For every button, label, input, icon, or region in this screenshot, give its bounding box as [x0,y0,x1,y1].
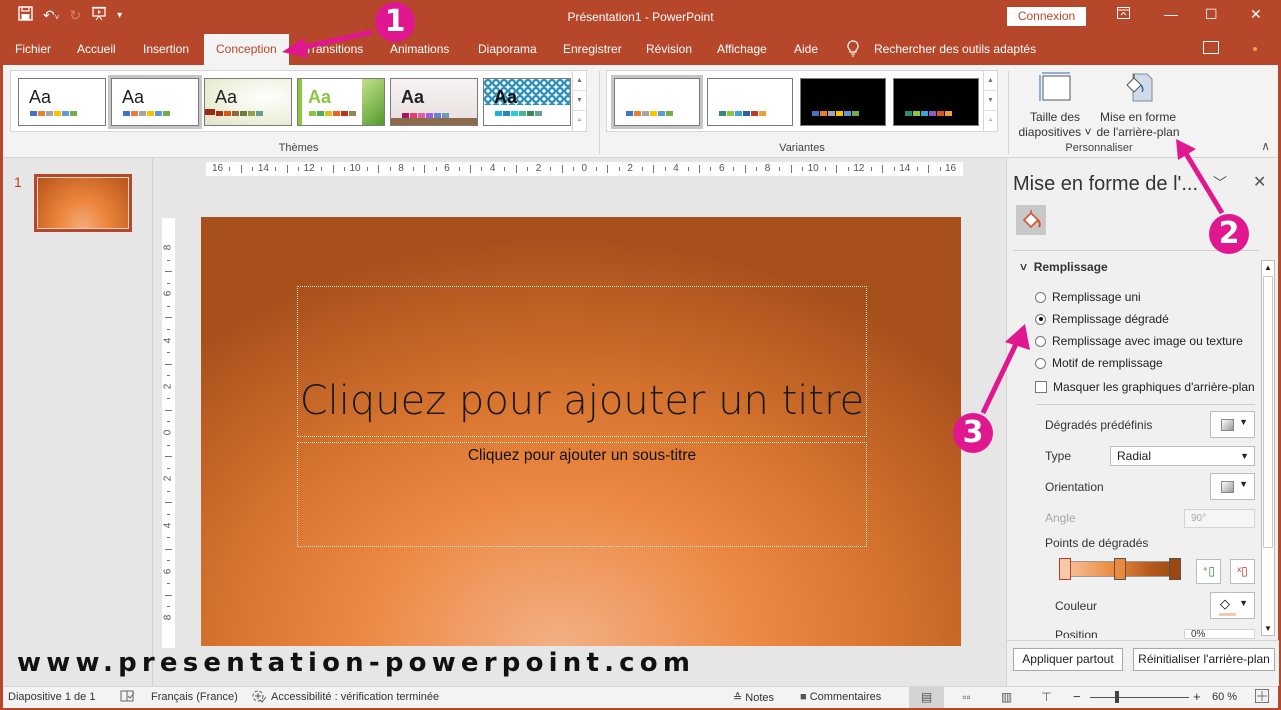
annotation-badge-3: 3 [953,413,993,453]
annotation-arrow-3 [980,324,1030,415]
powerpoint-window: ↶˅ ↻ ▾ Présentation1 - PowerPoint Connex… [0,0,1281,710]
annotation-badge-2: 2 [1209,214,1249,254]
tutorial-annotations [282,29,1225,415]
annotation-badge-1: 1 [375,2,415,42]
annotation-arrow-2 [1176,139,1225,215]
annotation-arrow-1 [282,29,373,58]
